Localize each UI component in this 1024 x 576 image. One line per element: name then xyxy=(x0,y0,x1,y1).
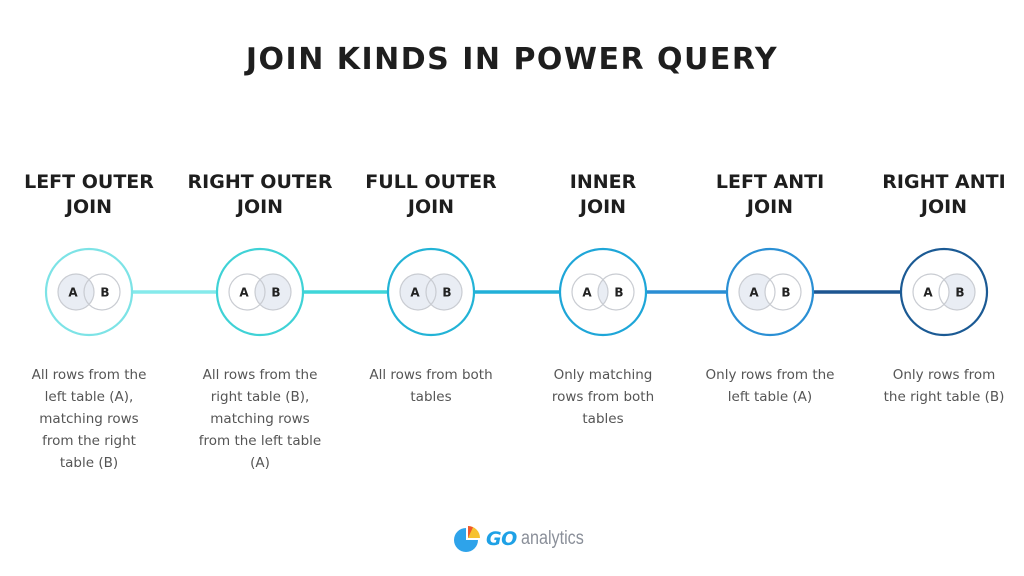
join-description-line: All rows from the xyxy=(202,367,318,383)
join-description: Only matching rows from both tables xyxy=(523,364,683,430)
join-description-line: right table (B), xyxy=(210,389,310,405)
logo-brand-go: GO xyxy=(486,528,517,550)
join-description-line: matching rows xyxy=(210,411,310,427)
join-diagram: ABABABABABAB xyxy=(44,247,989,337)
join-description: All rows from both tables xyxy=(351,364,511,408)
join-description: Only rows from the left table (A) xyxy=(690,364,850,408)
join-heading: RIGHT ANTI JOIN xyxy=(859,170,1024,220)
join-description-line: Only rows from xyxy=(892,367,996,383)
venn-label-a: A xyxy=(749,286,759,300)
join-heading-line: JOIN xyxy=(579,196,627,218)
join-heading-line: JOIN xyxy=(407,196,455,218)
logo: GO analytics xyxy=(452,522,595,556)
join-heading-line: JOIN xyxy=(65,196,113,218)
join-heading-line: JOIN xyxy=(746,196,794,218)
venn-label-b: B xyxy=(100,286,109,300)
join-description-line: the right table (B) xyxy=(883,389,1005,405)
venn-label-a: A xyxy=(582,286,592,300)
join-heading: RIGHT OUTER JOIN xyxy=(175,170,345,220)
join-description: All rows from the right table (B), matchin… xyxy=(180,364,340,474)
pie-logo-icon xyxy=(454,526,480,552)
join-heading-line: RIGHT OUTER xyxy=(187,171,333,193)
join-description: Only rows from the right table (B) xyxy=(864,364,1024,408)
join-node: AB xyxy=(215,247,305,337)
venn-label-b: B xyxy=(614,286,623,300)
join-description-line: matching rows xyxy=(39,411,139,427)
venn-label-a: A xyxy=(410,286,420,300)
join-description-line: tables xyxy=(410,389,452,405)
join-heading: FULL OUTER JOIN xyxy=(346,170,516,220)
venn-label-b: B xyxy=(955,286,964,300)
join-heading: LEFT OUTER JOIN xyxy=(4,170,174,220)
join-node: AB xyxy=(725,247,815,337)
join-heading-line: RIGHT ANTI xyxy=(882,171,1006,193)
venn-label-b: B xyxy=(442,286,451,300)
join-heading-line: LEFT OUTER xyxy=(24,171,154,193)
join-description-line: left table (A) xyxy=(727,389,813,405)
join-node: AB xyxy=(44,247,134,337)
join-heading-line: LEFT ANTI xyxy=(715,171,825,193)
join-heading-line: INNER xyxy=(569,171,637,193)
venn-label-a: A xyxy=(923,286,933,300)
join-heading-line: FULL OUTER xyxy=(365,171,497,193)
venn-label-a: A xyxy=(239,286,249,300)
join-heading-line: JOIN xyxy=(920,196,968,218)
join-heading: INNER JOIN xyxy=(518,170,688,220)
join-description-line: All rows from the xyxy=(31,367,147,383)
join-description-line: Only rows from the xyxy=(705,367,835,383)
join-description-line: rows from both xyxy=(551,389,655,405)
join-heading: LEFT ANTI JOIN xyxy=(685,170,855,220)
venn-label-a: A xyxy=(68,286,78,300)
logo-brand-analytics: analytics xyxy=(520,528,584,549)
join-description-line: table (B) xyxy=(59,455,119,471)
join-node: AB xyxy=(558,247,648,337)
join-heading-line: JOIN xyxy=(236,196,284,218)
join-node: AB xyxy=(386,247,476,337)
join-description-line: Only matching xyxy=(553,367,653,383)
join-description-line: tables xyxy=(582,411,624,427)
join-description-line: left table (A), xyxy=(44,389,134,405)
join-description-line: from the left table xyxy=(198,433,322,449)
join-description: All rows from the left table (A), matching… xyxy=(9,364,169,474)
venn-label-b: B xyxy=(781,286,790,300)
join-node: AB xyxy=(899,247,989,337)
join-description-line: (A) xyxy=(250,455,270,471)
join-description-line: from the right xyxy=(42,433,136,449)
venn-label-b: B xyxy=(271,286,280,300)
join-description-line: All rows from both xyxy=(369,367,493,383)
